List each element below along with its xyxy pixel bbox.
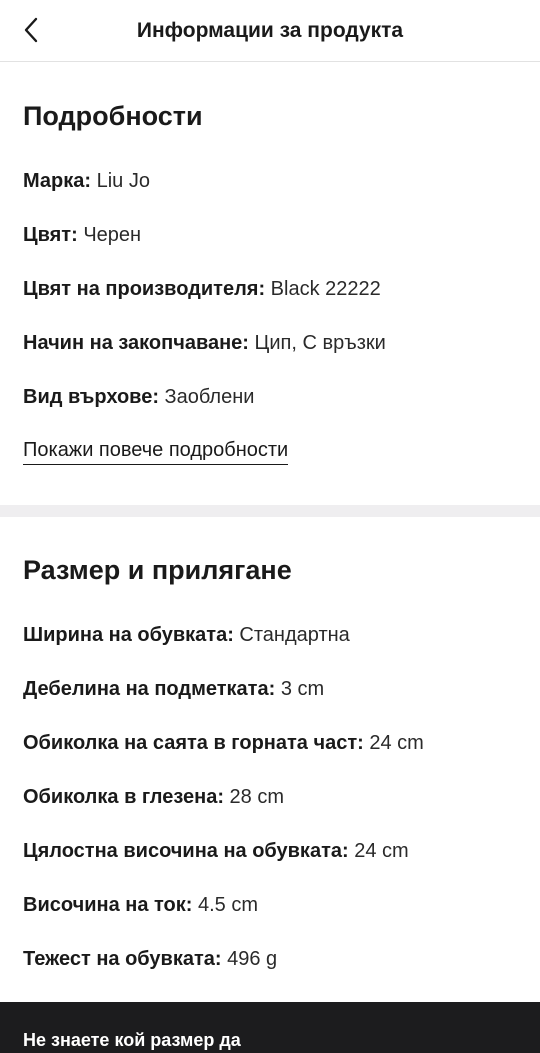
- details-section: Подробности: [23, 101, 517, 132]
- size-help-banner[interactable]: Не знаете кой размер да: [0, 1002, 540, 1053]
- size-label: Цялостна височина на обувката:: [23, 840, 349, 862]
- detail-value: Черен: [83, 224, 142, 246]
- size-label: Дебелина на подметката:: [23, 678, 276, 700]
- size-value: 496 g: [227, 948, 278, 970]
- size-label: Височина на ток:: [23, 894, 193, 916]
- detail-row-manufacturer-color: Цвят на производителя: Black 22222: [23, 278, 381, 301]
- size-value: Стандартна: [239, 624, 350, 646]
- size-label: Ширина на обувката:: [23, 624, 234, 646]
- size-label: Обиколка на саята в горната част:: [23, 732, 364, 754]
- size-value: 24 cm: [354, 840, 409, 862]
- detail-row-brand: Марка: Liu Jo: [23, 170, 150, 193]
- detail-value: Black 22222: [270, 278, 381, 300]
- size-row-shoe-width: Ширина на обувката: Стандартна: [23, 624, 350, 647]
- size-value: 28 cm: [229, 786, 285, 808]
- size-row-sole-thickness: Дебелина на подметката: 3 cm: [23, 678, 324, 701]
- detail-row-toe-type: Вид върхове: Заоблени: [23, 386, 254, 409]
- detail-row-fastening: Начин на закопчаване: Цип, С връзки: [23, 332, 386, 355]
- size-row-shoe-weight: Тежест на обувката: 496 g: [23, 948, 277, 971]
- detail-label: Начин на закопчаване:: [23, 332, 249, 354]
- size-fit-title: Размер и прилягане: [23, 555, 292, 585]
- detail-value: Цип, С връзки: [254, 332, 386, 354]
- size-row-shaft-circumference: Обиколка на саята в горната част: 24 cm: [23, 732, 424, 755]
- detail-label: Марка:: [23, 170, 92, 192]
- app-header: Информации за продукта: [0, 0, 540, 62]
- show-more-details-link[interactable]: Покажи повече подробности: [23, 439, 289, 465]
- detail-label: Цвят:: [23, 224, 78, 246]
- size-row-ankle-circumference: Обиколка в глезена: 28 cm: [23, 786, 284, 809]
- detail-label: Цвят на производителя:: [23, 278, 266, 300]
- size-value: 4.5 cm: [198, 894, 259, 916]
- size-row-heel-height: Височина на ток: 4.5 cm: [23, 894, 258, 917]
- detail-label: Вид върхове:: [23, 386, 159, 408]
- page-title: Информации за продукта: [136, 19, 404, 42]
- size-help-text: Не знаете кой размер да: [23, 1030, 241, 1050]
- details-title: Подробности: [23, 101, 203, 131]
- size-row-total-height: Цялостна височина на обувката: 24 cm: [23, 840, 409, 863]
- size-value: 24 cm: [369, 732, 424, 754]
- section-divider: [0, 505, 540, 517]
- size-label: Обиколка в глезена:: [23, 786, 224, 808]
- size-label: Тежест на обувката:: [23, 948, 222, 970]
- detail-value: Заоблени: [164, 386, 255, 408]
- detail-value: Liu Jo: [96, 170, 150, 192]
- size-fit-section: Размер и прилягане: [23, 555, 517, 586]
- detail-row-color: Цвят: Черен: [23, 224, 141, 247]
- size-value: 3 cm: [280, 678, 325, 700]
